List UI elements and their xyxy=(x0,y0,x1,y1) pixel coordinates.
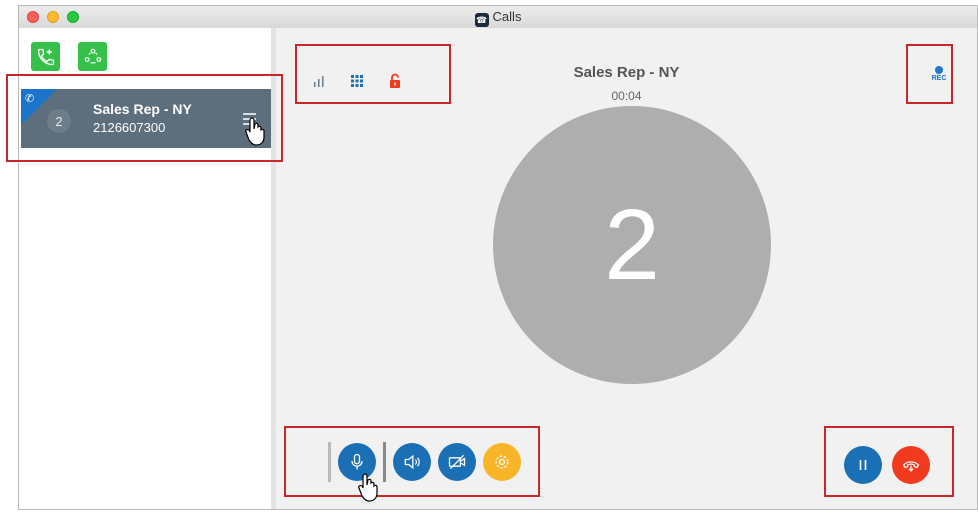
new-call-button[interactable] xyxy=(31,42,60,71)
divider xyxy=(328,442,331,482)
conference-icon xyxy=(84,48,101,63)
record-button[interactable]: REC xyxy=(929,66,949,82)
call-item-number: 2126607300 xyxy=(93,120,166,135)
gear-icon xyxy=(495,455,509,469)
call-number-badge: 2 xyxy=(47,109,71,133)
window-title-wrap: ☎ Calls xyxy=(19,9,977,27)
caller-avatar: 2 xyxy=(493,106,771,384)
app-icon: ☎ xyxy=(474,13,489,27)
hand-cursor-icon xyxy=(245,117,265,146)
call-item-name: Sales Rep - NY xyxy=(93,101,192,117)
phone-icon: ✆ xyxy=(25,93,35,105)
pause-icon xyxy=(859,460,867,470)
speaker-icon xyxy=(404,454,420,470)
hangup-icon xyxy=(902,461,920,472)
app-window: ☎ Calls ✆ 2 Sales Rep - NY 2126607300 Sa… xyxy=(18,5,978,510)
record-icon xyxy=(935,66,943,74)
window-title: Calls xyxy=(492,9,522,24)
phone-plus-icon xyxy=(37,48,54,65)
call-panel: Sales Rep - NY 00:04 REC 2 xyxy=(276,28,977,509)
hold-button[interactable] xyxy=(844,446,882,484)
speaker-button[interactable] xyxy=(393,443,431,481)
video-off-icon xyxy=(448,454,466,470)
title-bar: ☎ Calls xyxy=(19,6,977,29)
video-button[interactable] xyxy=(438,443,476,481)
call-action-controls xyxy=(844,446,930,484)
conference-button[interactable] xyxy=(78,42,107,71)
call-timer: 00:04 xyxy=(611,89,642,103)
divider xyxy=(383,442,386,482)
hangup-button[interactable] xyxy=(892,446,930,484)
microphone-icon xyxy=(351,453,363,470)
settings-button[interactable] xyxy=(483,443,521,481)
hand-cursor-icon xyxy=(358,473,378,502)
active-call-item[interactable]: ✆ 2 Sales Rep - NY 2126607300 xyxy=(21,89,271,148)
sidebar: ✆ 2 Sales Rep - NY 2126607300 xyxy=(19,28,276,509)
record-label: REC xyxy=(931,75,947,82)
call-name: Sales Rep - NY xyxy=(573,64,680,81)
